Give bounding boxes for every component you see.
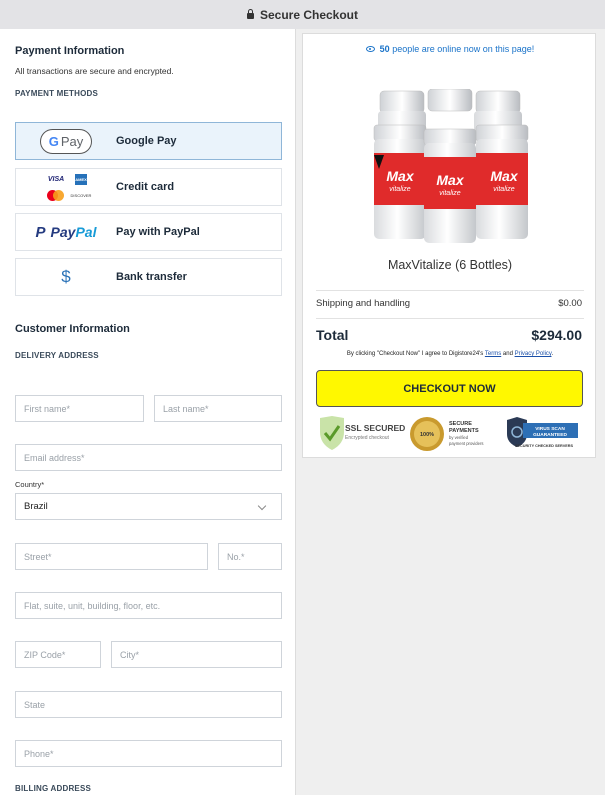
- zip-code-input[interactable]: ZIP Code*: [15, 641, 101, 668]
- country-label: Country*: [15, 480, 45, 489]
- payment-info-title: Payment Information: [15, 45, 125, 57]
- virus-scan-badge: VIRUS SCAN GUARANTEED SECURITY CHECKED S…: [507, 417, 578, 448]
- paypal-logo: P PayPal: [35, 223, 97, 241]
- phone-input[interactable]: Phone*: [15, 740, 282, 767]
- checkout-now-button[interactable]: CHECKOUT NOW: [316, 370, 583, 407]
- secure-checkout-header: Secure Checkout: [0, 0, 605, 29]
- total-value: $294.00: [531, 327, 582, 343]
- divider: [316, 318, 584, 319]
- last-name-input[interactable]: Last name*: [154, 395, 282, 422]
- google-pay-logo: G Pay: [16, 123, 116, 159]
- payment-method-bank-transfer[interactable]: $ Bank transfer: [15, 258, 282, 296]
- lock-icon: [246, 8, 254, 19]
- street-input[interactable]: Street*: [15, 543, 208, 570]
- svg-text:SECURITY CHECKED SERVERS: SECURITY CHECKED SERVERS: [515, 444, 574, 448]
- online-visitors-notice: 50 people are online now on this page!: [303, 44, 597, 54]
- state-input[interactable]: State: [15, 691, 282, 718]
- svg-text:SECURE: SECURE: [449, 421, 472, 427]
- house-number-input[interactable]: No.*: [218, 543, 282, 570]
- shipping-value: $0.00: [558, 298, 582, 309]
- city-input[interactable]: City*: [111, 641, 282, 668]
- email-input[interactable]: Email address*: [15, 444, 282, 471]
- svg-text:Encrypted checkout: Encrypted checkout: [345, 435, 390, 441]
- checkout-form-panel: Payment Information All transactions are…: [0, 29, 296, 795]
- terms-notice: By clicking "Checkout Now" I agree to Di…: [346, 351, 554, 357]
- order-summary-card: 50 people are online now on this page! M…: [302, 33, 596, 458]
- payment-method-credit-card[interactable]: VISA AMEX DISCOVER Credit card: [15, 168, 282, 206]
- first-name-input[interactable]: First name*: [15, 395, 144, 422]
- dollar-icon: $: [61, 267, 71, 286]
- svg-text:PAYMENTS: PAYMENTS: [449, 428, 479, 434]
- amex-icon: AMEX: [75, 173, 87, 185]
- payment-method-google-pay[interactable]: G Pay Google Pay: [15, 122, 282, 160]
- payment-methods-heading: PAYMENT METHODS: [15, 89, 99, 98]
- credit-card-logos: VISA AMEX DISCOVER: [16, 169, 116, 205]
- eye-icon: [365, 46, 375, 52]
- ssl-secured-badge: SSL SECURED Encrypted checkout: [320, 416, 405, 450]
- payment-method-paypal[interactable]: P PayPal Pay with PayPal: [15, 213, 282, 251]
- total-label: Total: [316, 327, 349, 343]
- mastercard-icon: [47, 189, 65, 201]
- online-text: people are online now on this page!: [392, 44, 535, 54]
- discover-icon: DISCOVER: [70, 192, 92, 198]
- customer-info-title: Customer Information: [15, 323, 130, 335]
- svg-text:GUARANTEED: GUARANTEED: [533, 432, 567, 438]
- privacy-policy-link[interactable]: Privacy Policy: [515, 351, 552, 357]
- svg-text:100%: 100%: [420, 432, 434, 438]
- country-select[interactable]: Brazil: [15, 493, 282, 520]
- header-title: Secure Checkout: [259, 7, 359, 22]
- svg-text:by verified: by verified: [449, 435, 469, 440]
- product-image: Max vitalize Max vitalize Max vitalize: [373, 89, 529, 243]
- product-name: MaxVitalize (6 Bottles): [387, 258, 513, 272]
- secure-payments-badge: 100% SECURE PAYMENTS by verified payment…: [410, 417, 483, 451]
- svg-text:VIRUS SCAN: VIRUS SCAN: [535, 426, 565, 432]
- credit-card-label: Credit card: [116, 181, 175, 193]
- svg-text:Max: Max: [490, 168, 518, 184]
- svg-text:vitalize: vitalize: [439, 190, 461, 197]
- svg-text:vitalize: vitalize: [389, 186, 411, 193]
- payment-info-subtitle: All transactions are secure and encrypte…: [15, 66, 174, 76]
- chevron-down-icon: [257, 501, 267, 511]
- country-value: Brazil: [24, 501, 48, 512]
- shipping-label: Shipping and handling: [316, 298, 411, 309]
- delivery-address-heading: DELIVERY ADDRESS: [15, 351, 99, 360]
- svg-text:Max: Max: [436, 172, 464, 188]
- bank-transfer-label: Bank transfer: [116, 271, 187, 283]
- google-pay-label: Google Pay: [116, 135, 177, 147]
- divider: [316, 290, 584, 291]
- address-line-2-input[interactable]: Flat, suite, unit, building, floor, etc.: [15, 592, 282, 619]
- svg-text:vitalize: vitalize: [493, 186, 515, 193]
- trust-badges: SSL SECURED Encrypted checkout 100% SECU…: [320, 416, 578, 451]
- svg-text:payment providers: payment providers: [449, 441, 483, 446]
- paypal-label: Pay with PayPal: [116, 226, 200, 238]
- online-count: 50: [379, 44, 390, 54]
- svg-text:Max: Max: [386, 168, 414, 184]
- terms-link[interactable]: Terms: [485, 351, 501, 357]
- billing-address-heading: BILLING ADDRESS: [15, 784, 92, 793]
- visa-icon: VISA: [47, 175, 65, 183]
- svg-text:SSL SECURED: SSL SECURED: [345, 423, 405, 433]
